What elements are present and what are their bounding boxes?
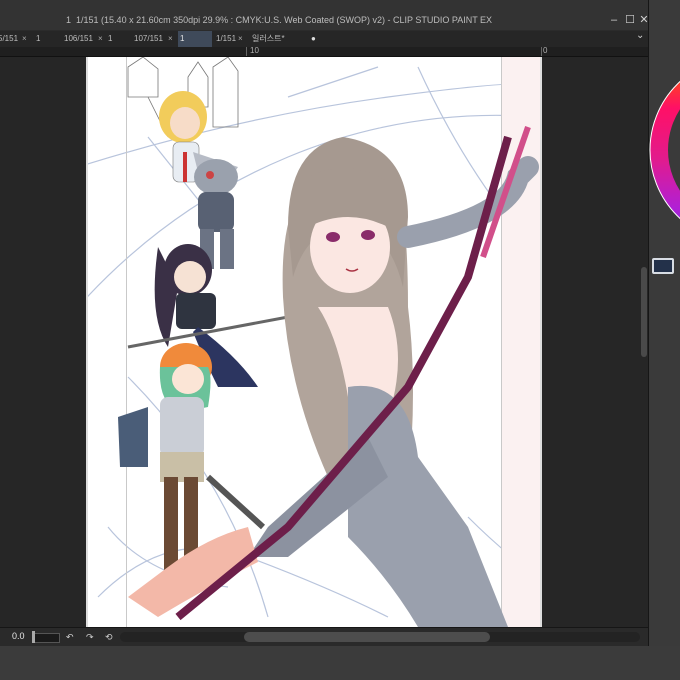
tab-label: 106/151 xyxy=(64,34,93,43)
document-tab-bar: 5/151 × 1 106/151 × 1 107/151 × 1 1/151 … xyxy=(0,31,652,47)
tab-1-151[interactable]: 1/151 × xyxy=(212,31,250,47)
vertical-scrollbar[interactable] xyxy=(640,57,648,627)
title-main: 1/151 (15.40 x 21.60cm 350dpi 29.9% : CM… xyxy=(76,15,493,25)
title-prefix: 1 xyxy=(66,15,72,25)
rotation-slider-thumb[interactable] xyxy=(32,631,35,643)
canvas-workspace[interactable] xyxy=(0,57,648,627)
frame-guide xyxy=(126,57,127,627)
tab-1-b[interactable]: 1 xyxy=(108,31,132,47)
current-color-swatch[interactable] xyxy=(652,258,674,274)
tab-1-active[interactable]: 1 xyxy=(178,31,212,47)
tab-label: 1 xyxy=(180,34,185,43)
tab-106-151[interactable]: 106/151 × xyxy=(64,31,106,47)
vertical-scroll-thumb[interactable] xyxy=(641,267,647,357)
illustration-canvas[interactable] xyxy=(88,57,540,627)
tab-107-151[interactable]: 107/151 × xyxy=(134,31,176,47)
tab-label: 1 xyxy=(108,34,113,43)
horizontal-ruler: 10 0 xyxy=(0,46,648,57)
tab-5-151[interactable]: 5/151 × xyxy=(0,31,32,47)
tab-label: 일러스트* xyxy=(252,34,285,43)
tab-1-a[interactable]: 1 xyxy=(36,31,60,47)
illustration-artwork xyxy=(88,57,540,627)
ruler-tick xyxy=(541,47,542,56)
tab-close-icon[interactable]: × xyxy=(238,31,243,47)
horizontal-scroll-thumb[interactable] xyxy=(244,632,490,642)
minimize-icon[interactable]: – xyxy=(608,14,620,26)
rotation-slider[interactable] xyxy=(32,633,60,643)
reset-rotation-icon[interactable]: ⟲ xyxy=(105,631,113,643)
ruler-tick xyxy=(246,47,247,56)
window-title: 1 1/151 (15.40 x 21.60cm 350dpi 29.9% : … xyxy=(66,15,492,25)
maximize-icon[interactable]: ☐ xyxy=(624,14,636,26)
tab-close-icon[interactable]: × xyxy=(168,31,173,47)
status-area xyxy=(0,646,680,680)
color-wheel-graphic xyxy=(649,80,680,220)
rotate-left-icon[interactable]: ↶ xyxy=(66,631,74,643)
ruler-label-10: 10 xyxy=(250,46,259,55)
tab-label: 1 xyxy=(36,34,41,43)
unsaved-dot-icon: ● xyxy=(311,34,316,43)
chevron-down-icon[interactable]: ⌄ xyxy=(636,30,644,41)
rotate-right-icon[interactable]: ↷ xyxy=(86,631,94,643)
navigator-bar: 0.0 ↶ ↷ ⟲ xyxy=(0,627,648,647)
frame-guide xyxy=(501,57,502,627)
tab-label: 1/151 xyxy=(216,34,237,43)
title-bar: 1 1/151 (15.40 x 21.60cm 350dpi 29.9% : … xyxy=(0,0,652,30)
color-wheel[interactable] xyxy=(648,32,680,262)
tab-label: 5/151 xyxy=(0,34,19,43)
tab-label: 107/151 xyxy=(134,34,163,43)
tab-close-icon[interactable]: × xyxy=(98,31,103,47)
tab-close-icon[interactable]: × xyxy=(22,31,27,47)
rotation-value: 0.0 xyxy=(12,631,25,641)
ruler-label-0: 0 xyxy=(543,46,548,55)
